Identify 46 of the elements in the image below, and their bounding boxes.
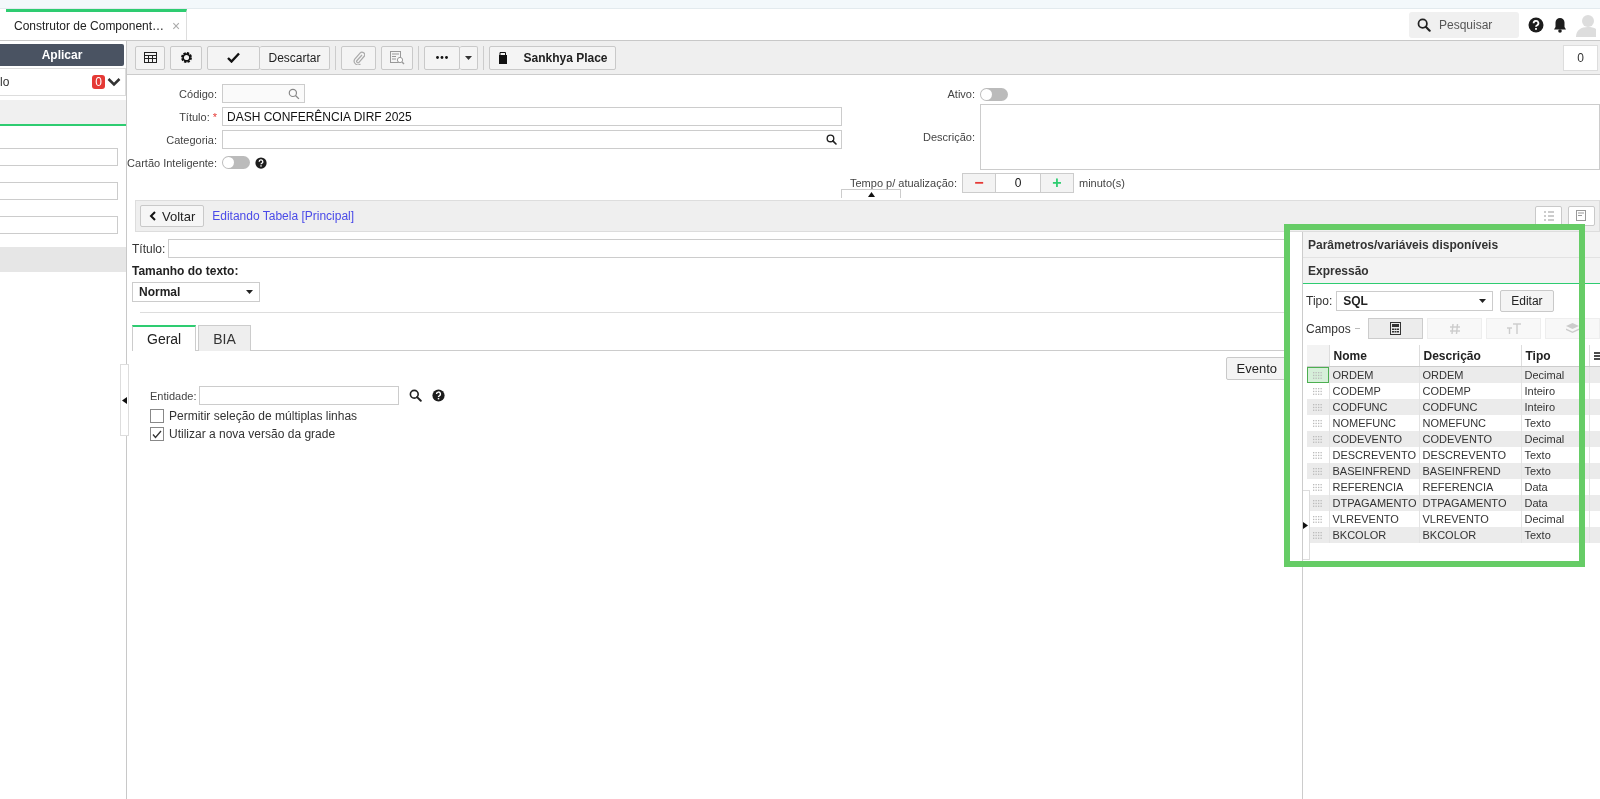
tab[interactable]: BIA bbox=[198, 325, 251, 351]
edit-button[interactable]: Editar bbox=[1500, 290, 1554, 312]
field-label: Tamanho do texto: bbox=[132, 264, 240, 278]
size-select[interactable]: Normal bbox=[132, 282, 260, 302]
column-header[interactable]: Descrição bbox=[1419, 345, 1521, 367]
table-cell: BKCOLOR bbox=[1329, 527, 1419, 543]
count-badge: 0 bbox=[92, 75, 105, 89]
field-label: Entidade: bbox=[150, 389, 197, 402]
table-cell: BASEINFREND bbox=[1419, 463, 1521, 479]
field-label: Categoria: bbox=[165, 133, 217, 146]
table-cell: BASEINFREND bbox=[1329, 463, 1419, 479]
apply-button[interactable]: Aplicar bbox=[0, 44, 124, 66]
tab[interactable]: Geral bbox=[132, 325, 197, 351]
field-label: Tempo p/ atualização: bbox=[849, 177, 957, 189]
search-field[interactable]: Pesquisar bbox=[1437, 16, 1511, 33]
checkbox-label: Utilizar a nova versão da grade bbox=[169, 427, 336, 441]
field-label: Descrição: bbox=[922, 131, 975, 143]
filter-label: lo bbox=[0, 75, 10, 89]
back-button[interactable]: Voltar bbox=[140, 205, 205, 227]
column-header[interactable]: Nome bbox=[1329, 345, 1419, 367]
table-cell: BKCOLOR bbox=[1419, 527, 1521, 543]
search-box[interactable]: Pesquisar bbox=[1409, 11, 1519, 38]
place-button[interactable]: Sankhya Place bbox=[489, 45, 616, 70]
table-cell: CODFUNC bbox=[1329, 399, 1419, 415]
table-cell: DTPAGAMENTO bbox=[1419, 495, 1521, 511]
counter: 0 bbox=[1563, 44, 1598, 71]
context-title: Editando Tabela [Principal] bbox=[212, 209, 355, 223]
checkbox-label: Permitir seleção de múltiplas linhas bbox=[169, 409, 358, 423]
table-cell: CODEVENTO bbox=[1419, 431, 1521, 447]
table-cell: DTPAGAMENTO bbox=[1329, 495, 1419, 511]
field-label: Título: bbox=[132, 241, 166, 256]
section-header: Expressão bbox=[1303, 258, 1600, 284]
decrement-button[interactable]: − bbox=[962, 173, 996, 193]
table-cell: CODFUNC bbox=[1419, 399, 1521, 415]
type-select[interactable]: SQL bbox=[1336, 291, 1494, 311]
unit-label: minuto(s) bbox=[1079, 177, 1125, 189]
field-label: Tipo: bbox=[1306, 294, 1333, 308]
discard-button[interactable]: Descartar bbox=[260, 45, 330, 70]
field-label: Título: * bbox=[178, 110, 217, 123]
panel-header: Parâmetros/variáveis disponíveis bbox=[1303, 232, 1600, 258]
title-field[interactable]: DASH CONFERÊNCIA DIRF 2025 bbox=[222, 107, 842, 126]
field-label: Código: bbox=[178, 87, 217, 100]
field-label: Ativo: bbox=[946, 88, 975, 100]
table-cell: CODEVENTO bbox=[1329, 431, 1419, 447]
field-label: Cartão Inteligente: bbox=[127, 156, 217, 169]
field-label: Campos bbox=[1306, 321, 1351, 336]
